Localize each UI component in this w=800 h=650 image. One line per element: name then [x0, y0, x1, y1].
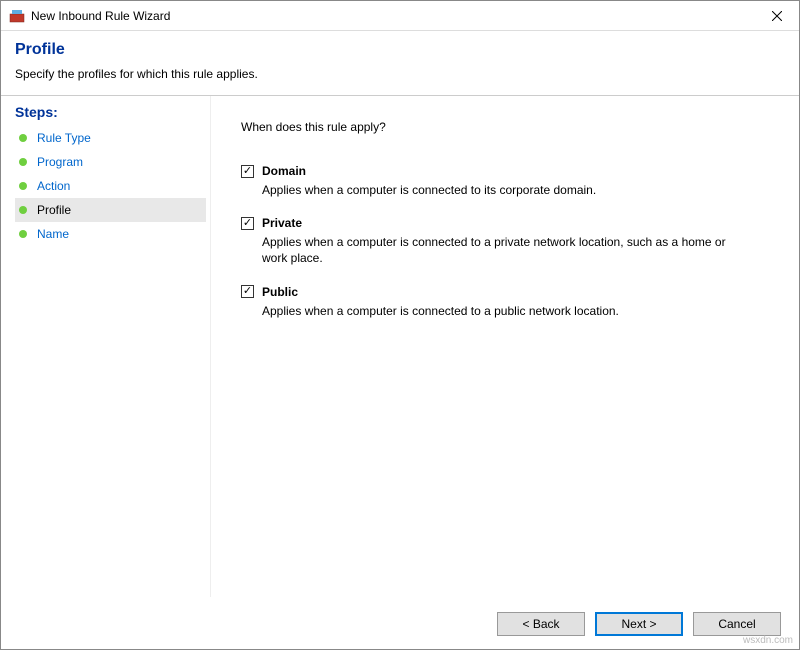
- step-label: Action: [37, 179, 70, 193]
- option-public-label: Public: [262, 285, 298, 299]
- step-label: Program: [37, 155, 83, 169]
- checkbox-domain[interactable]: [241, 165, 254, 178]
- next-button[interactable]: Next >: [595, 612, 683, 636]
- back-button[interactable]: < Back: [497, 612, 585, 636]
- option-domain-desc: Applies when a computer is connected to …: [262, 182, 732, 198]
- option-public-desc: Applies when a computer is connected to …: [262, 303, 732, 319]
- watermark: wsxdn.com: [743, 635, 793, 646]
- step-label: Profile: [37, 203, 71, 217]
- step-bullet-icon: [19, 206, 27, 214]
- firewall-icon: [9, 8, 25, 24]
- window-title: New Inbound Rule Wizard: [31, 9, 170, 23]
- option-domain-label: Domain: [262, 164, 306, 178]
- rule-apply-question: When does this rule apply?: [241, 120, 769, 134]
- option-private-desc: Applies when a computer is connected to …: [262, 234, 732, 266]
- main-panel: When does this rule apply? Domain Applie…: [211, 96, 799, 597]
- checkbox-public[interactable]: [241, 285, 254, 298]
- checkbox-private[interactable]: [241, 217, 254, 230]
- option-private: Private Applies when a computer is conne…: [241, 216, 769, 266]
- step-name[interactable]: Name: [15, 222, 210, 246]
- step-bullet-icon: [19, 230, 27, 238]
- steps-sidebar: Steps: Rule Type Program Action Profile …: [1, 96, 211, 597]
- page-title: Profile: [15, 41, 785, 59]
- step-label: Rule Type: [37, 131, 91, 145]
- step-program[interactable]: Program: [15, 150, 210, 174]
- wizard-window: New Inbound Rule Wizard Profile Specify …: [0, 0, 800, 650]
- cancel-button[interactable]: Cancel: [693, 612, 781, 636]
- step-bullet-icon: [19, 158, 27, 166]
- page-header: Profile Specify the profiles for which t…: [1, 31, 799, 96]
- close-icon: [772, 11, 782, 21]
- option-public: Public Applies when a computer is connec…: [241, 285, 769, 319]
- page-subtitle: Specify the profiles for which this rule…: [15, 67, 785, 81]
- step-action[interactable]: Action: [15, 174, 210, 198]
- step-bullet-icon: [19, 182, 27, 190]
- option-private-label: Private: [262, 216, 302, 230]
- wizard-footer: < Back Next > Cancel: [1, 597, 799, 649]
- wizard-body: Steps: Rule Type Program Action Profile …: [1, 96, 799, 597]
- step-profile[interactable]: Profile: [15, 198, 206, 222]
- titlebar: New Inbound Rule Wizard: [1, 1, 799, 31]
- option-domain: Domain Applies when a computer is connec…: [241, 164, 769, 198]
- close-button[interactable]: [754, 1, 799, 31]
- steps-heading: Steps:: [15, 104, 210, 120]
- step-label: Name: [37, 227, 69, 241]
- step-rule-type[interactable]: Rule Type: [15, 126, 210, 150]
- step-bullet-icon: [19, 134, 27, 142]
